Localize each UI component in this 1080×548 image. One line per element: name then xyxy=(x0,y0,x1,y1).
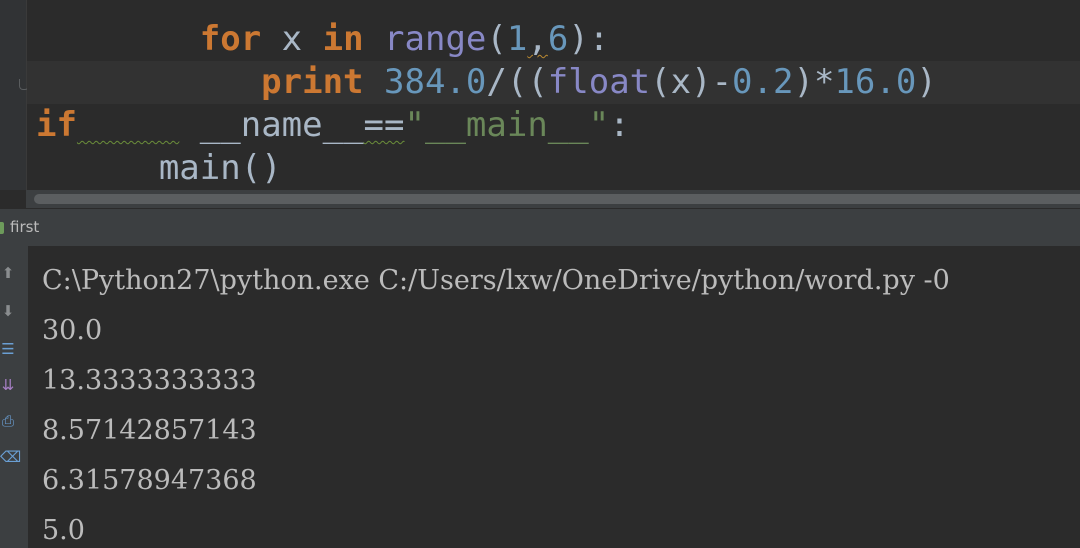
code-token: __name__ xyxy=(179,105,364,145)
code-token: main() xyxy=(158,148,282,188)
code-token: range xyxy=(363,19,487,59)
code-token: x xyxy=(261,19,323,59)
run-tool-window-header: first xyxy=(0,208,1080,247)
code-token: 16.0 xyxy=(834,62,917,102)
print-icon[interactable]: ⎙ xyxy=(0,412,16,430)
code-token: if xyxy=(36,105,77,145)
up-arrow-icon[interactable]: ⬆ xyxy=(0,264,16,282)
code-line-1[interactable]: for x in range(1,6): xyxy=(36,18,610,61)
code-token: ) xyxy=(916,62,937,102)
code-token: print xyxy=(261,62,364,102)
run-tab-label[interactable]: first xyxy=(10,218,39,236)
down-arrow-icon[interactable]: ⬇ xyxy=(0,302,16,320)
console-line: 13.3333333333 xyxy=(42,365,257,396)
code-token: (x)- xyxy=(650,62,733,102)
code-token: /(( xyxy=(486,62,548,102)
console-line: 5.0 xyxy=(42,515,85,546)
console-line: C:\Python27\python.exe C:/Users/lxw/OneD… xyxy=(42,265,950,296)
code-token: )* xyxy=(793,62,835,102)
console-line: 30.0 xyxy=(42,315,103,346)
code-line-4[interactable]: main() xyxy=(36,147,282,190)
editor-gutter xyxy=(0,0,29,190)
console-output[interactable]: C:\Python27\python.exe C:/Users/lxw/OneD… xyxy=(42,256,1080,548)
run-config-icon xyxy=(0,222,4,234)
console-line: 6.31578947368 xyxy=(42,465,257,496)
code-token: float xyxy=(547,62,651,102)
code-token: 0.2 xyxy=(732,62,794,102)
code-token: for xyxy=(199,19,262,59)
code-token: 6 xyxy=(547,19,569,59)
scroll-to-end-icon[interactable]: ⇊ xyxy=(0,376,16,394)
code-token: in xyxy=(322,19,364,59)
console-line: 8.57142857143 xyxy=(42,415,257,446)
code-token: 1 xyxy=(506,19,528,59)
code-token: "__main__" xyxy=(404,105,610,145)
code-token: 384.0 xyxy=(384,62,487,102)
code-token: : xyxy=(609,105,630,145)
trash-icon[interactable]: ⌫ xyxy=(0,448,21,466)
ide-window: for x in range(1,6): print 384.0/((float… xyxy=(0,0,1080,548)
scrollbar-thumb[interactable] xyxy=(34,194,1080,204)
code-token: , xyxy=(527,19,548,59)
code-line-3[interactable]: if __name__=="__main__": xyxy=(36,104,630,147)
run-tool-window: ⬆ ⬇ ☰ ⇊ ⎙ ⌫ C:\Python27\python.exe C:/Us… xyxy=(0,246,1080,548)
editor-horizontal-scrollbar[interactable] xyxy=(26,190,1080,208)
code-token: ( xyxy=(486,19,507,59)
soft-wrap-icon[interactable]: ☰ xyxy=(0,340,16,358)
run-toolbar: ⬆ ⬇ ☰ ⇊ ⎙ ⌫ xyxy=(0,246,29,548)
code-token: == xyxy=(363,105,405,145)
code-token: ): xyxy=(568,19,610,59)
code-editor[interactable]: for x in range(1,6): print 384.0/((float… xyxy=(0,0,1080,190)
code-line-2[interactable]: print 384.0/((float(x)-0.2)*16.0) xyxy=(36,61,937,104)
